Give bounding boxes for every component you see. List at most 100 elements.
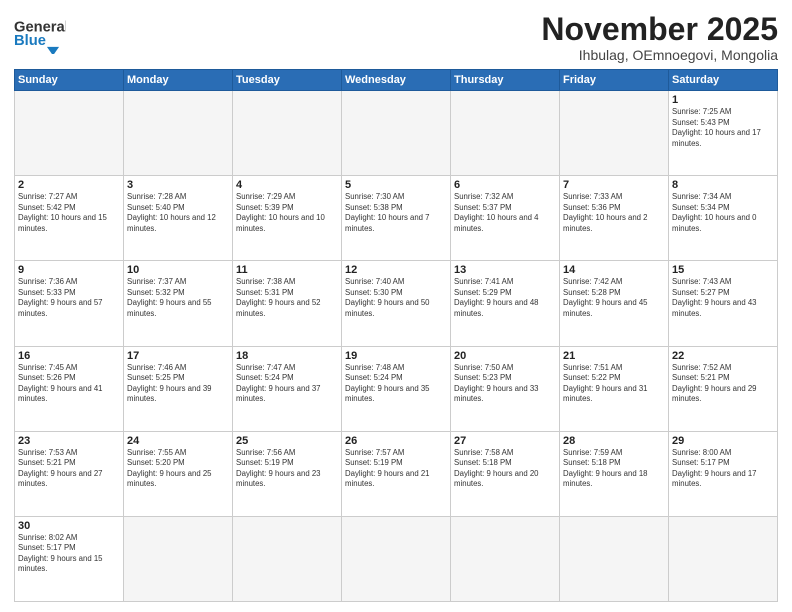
day-number: 26 (345, 435, 447, 447)
location-title: Ihbulag, OEmnoegovi, Mongolia (541, 47, 778, 63)
day-info: Sunrise: 8:00 AMSunset: 5:17 PMDaylight:… (672, 448, 774, 490)
calendar-cell: 15Sunrise: 7:43 AMSunset: 5:27 PMDayligh… (669, 261, 778, 346)
calendar-cell: 7Sunrise: 7:33 AMSunset: 5:36 PMDaylight… (560, 176, 669, 261)
day-info: Sunrise: 7:56 AMSunset: 5:19 PMDaylight:… (236, 448, 338, 490)
calendar-cell: 22Sunrise: 7:52 AMSunset: 5:21 PMDayligh… (669, 346, 778, 431)
calendar-cell: 28Sunrise: 7:59 AMSunset: 5:18 PMDayligh… (560, 431, 669, 516)
day-number: 1 (672, 94, 774, 106)
calendar-cell: 17Sunrise: 7:46 AMSunset: 5:25 PMDayligh… (124, 346, 233, 431)
calendar-cell (15, 91, 124, 176)
calendar-cell: 10Sunrise: 7:37 AMSunset: 5:32 PMDayligh… (124, 261, 233, 346)
calendar-cell: 11Sunrise: 7:38 AMSunset: 5:31 PMDayligh… (233, 261, 342, 346)
day-number: 21 (563, 350, 665, 362)
calendar-cell: 21Sunrise: 7:51 AMSunset: 5:22 PMDayligh… (560, 346, 669, 431)
day-number: 10 (127, 264, 229, 276)
day-info: Sunrise: 7:42 AMSunset: 5:28 PMDaylight:… (563, 277, 665, 319)
title-area: November 2025 Ihbulag, OEmnoegovi, Mongo… (541, 12, 778, 63)
calendar-cell: 1Sunrise: 7:25 AMSunset: 5:43 PMDaylight… (669, 91, 778, 176)
calendar-cell: 16Sunrise: 7:45 AMSunset: 5:26 PMDayligh… (15, 346, 124, 431)
day-number: 3 (127, 179, 229, 191)
calendar-cell: 3Sunrise: 7:28 AMSunset: 5:40 PMDaylight… (124, 176, 233, 261)
calendar-cell: 19Sunrise: 7:48 AMSunset: 5:24 PMDayligh… (342, 346, 451, 431)
logo-icon: General Blue (14, 12, 66, 54)
day-number: 18 (236, 350, 338, 362)
day-info: Sunrise: 8:02 AMSunset: 5:17 PMDaylight:… (18, 533, 120, 575)
day-info: Sunrise: 7:38 AMSunset: 5:31 PMDaylight:… (236, 277, 338, 319)
header: General Blue November 2025 Ihbulag, OEmn… (14, 12, 778, 63)
calendar-table: SundayMondayTuesdayWednesdayThursdayFrid… (14, 69, 778, 602)
calendar-cell: 30Sunrise: 8:02 AMSunset: 5:17 PMDayligh… (15, 516, 124, 601)
calendar-cell (342, 91, 451, 176)
page: General Blue November 2025 Ihbulag, OEmn… (0, 0, 792, 612)
day-info: Sunrise: 7:59 AMSunset: 5:18 PMDaylight:… (563, 448, 665, 490)
day-number: 19 (345, 350, 447, 362)
calendar-cell (342, 516, 451, 601)
day-number: 28 (563, 435, 665, 447)
day-info: Sunrise: 7:25 AMSunset: 5:43 PMDaylight:… (672, 107, 774, 149)
calendar-cell: 25Sunrise: 7:56 AMSunset: 5:19 PMDayligh… (233, 431, 342, 516)
day-info: Sunrise: 7:50 AMSunset: 5:23 PMDaylight:… (454, 363, 556, 405)
day-info: Sunrise: 7:34 AMSunset: 5:34 PMDaylight:… (672, 192, 774, 234)
day-info: Sunrise: 7:33 AMSunset: 5:36 PMDaylight:… (563, 192, 665, 234)
day-number: 13 (454, 264, 556, 276)
day-info: Sunrise: 7:58 AMSunset: 5:18 PMDaylight:… (454, 448, 556, 490)
calendar-cell: 23Sunrise: 7:53 AMSunset: 5:21 PMDayligh… (15, 431, 124, 516)
day-number: 9 (18, 264, 120, 276)
day-number: 15 (672, 264, 774, 276)
day-number: 17 (127, 350, 229, 362)
day-header-monday: Monday (124, 70, 233, 91)
svg-text:Blue: Blue (14, 33, 46, 49)
day-header-wednesday: Wednesday (342, 70, 451, 91)
day-number: 12 (345, 264, 447, 276)
day-number: 2 (18, 179, 120, 191)
day-info: Sunrise: 7:29 AMSunset: 5:39 PMDaylight:… (236, 192, 338, 234)
day-number: 22 (672, 350, 774, 362)
day-header-tuesday: Tuesday (233, 70, 342, 91)
calendar-cell: 4Sunrise: 7:29 AMSunset: 5:39 PMDaylight… (233, 176, 342, 261)
day-info: Sunrise: 7:28 AMSunset: 5:40 PMDaylight:… (127, 192, 229, 234)
day-header-friday: Friday (560, 70, 669, 91)
day-info: Sunrise: 7:51 AMSunset: 5:22 PMDaylight:… (563, 363, 665, 405)
day-info: Sunrise: 7:27 AMSunset: 5:42 PMDaylight:… (18, 192, 120, 234)
day-info: Sunrise: 7:41 AMSunset: 5:29 PMDaylight:… (454, 277, 556, 319)
calendar-cell: 8Sunrise: 7:34 AMSunset: 5:34 PMDaylight… (669, 176, 778, 261)
day-number: 30 (18, 520, 120, 532)
day-info: Sunrise: 7:32 AMSunset: 5:37 PMDaylight:… (454, 192, 556, 234)
day-number: 6 (454, 179, 556, 191)
day-header-sunday: Sunday (15, 70, 124, 91)
day-info: Sunrise: 7:36 AMSunset: 5:33 PMDaylight:… (18, 277, 120, 319)
day-info: Sunrise: 7:45 AMSunset: 5:26 PMDaylight:… (18, 363, 120, 405)
day-header-saturday: Saturday (669, 70, 778, 91)
month-title: November 2025 (541, 12, 778, 47)
day-number: 8 (672, 179, 774, 191)
day-info: Sunrise: 7:57 AMSunset: 5:19 PMDaylight:… (345, 448, 447, 490)
day-number: 4 (236, 179, 338, 191)
day-info: Sunrise: 7:30 AMSunset: 5:38 PMDaylight:… (345, 192, 447, 234)
calendar-cell: 24Sunrise: 7:55 AMSunset: 5:20 PMDayligh… (124, 431, 233, 516)
calendar-cell (451, 516, 560, 601)
day-info: Sunrise: 7:37 AMSunset: 5:32 PMDaylight:… (127, 277, 229, 319)
day-info: Sunrise: 7:53 AMSunset: 5:21 PMDaylight:… (18, 448, 120, 490)
day-number: 7 (563, 179, 665, 191)
day-info: Sunrise: 7:40 AMSunset: 5:30 PMDaylight:… (345, 277, 447, 319)
day-number: 23 (18, 435, 120, 447)
day-number: 29 (672, 435, 774, 447)
calendar-cell: 14Sunrise: 7:42 AMSunset: 5:28 PMDayligh… (560, 261, 669, 346)
calendar-cell (560, 516, 669, 601)
calendar-cell: 13Sunrise: 7:41 AMSunset: 5:29 PMDayligh… (451, 261, 560, 346)
calendar-cell: 12Sunrise: 7:40 AMSunset: 5:30 PMDayligh… (342, 261, 451, 346)
day-number: 5 (345, 179, 447, 191)
calendar-cell: 26Sunrise: 7:57 AMSunset: 5:19 PMDayligh… (342, 431, 451, 516)
calendar-cell (451, 91, 560, 176)
day-info: Sunrise: 7:55 AMSunset: 5:20 PMDaylight:… (127, 448, 229, 490)
day-number: 11 (236, 264, 338, 276)
day-number: 14 (563, 264, 665, 276)
calendar-cell: 6Sunrise: 7:32 AMSunset: 5:37 PMDaylight… (451, 176, 560, 261)
day-info: Sunrise: 7:46 AMSunset: 5:25 PMDaylight:… (127, 363, 229, 405)
day-number: 27 (454, 435, 556, 447)
calendar-cell (560, 91, 669, 176)
day-number: 20 (454, 350, 556, 362)
calendar-cell: 29Sunrise: 8:00 AMSunset: 5:17 PMDayligh… (669, 431, 778, 516)
day-info: Sunrise: 7:47 AMSunset: 5:24 PMDaylight:… (236, 363, 338, 405)
day-info: Sunrise: 7:43 AMSunset: 5:27 PMDaylight:… (672, 277, 774, 319)
